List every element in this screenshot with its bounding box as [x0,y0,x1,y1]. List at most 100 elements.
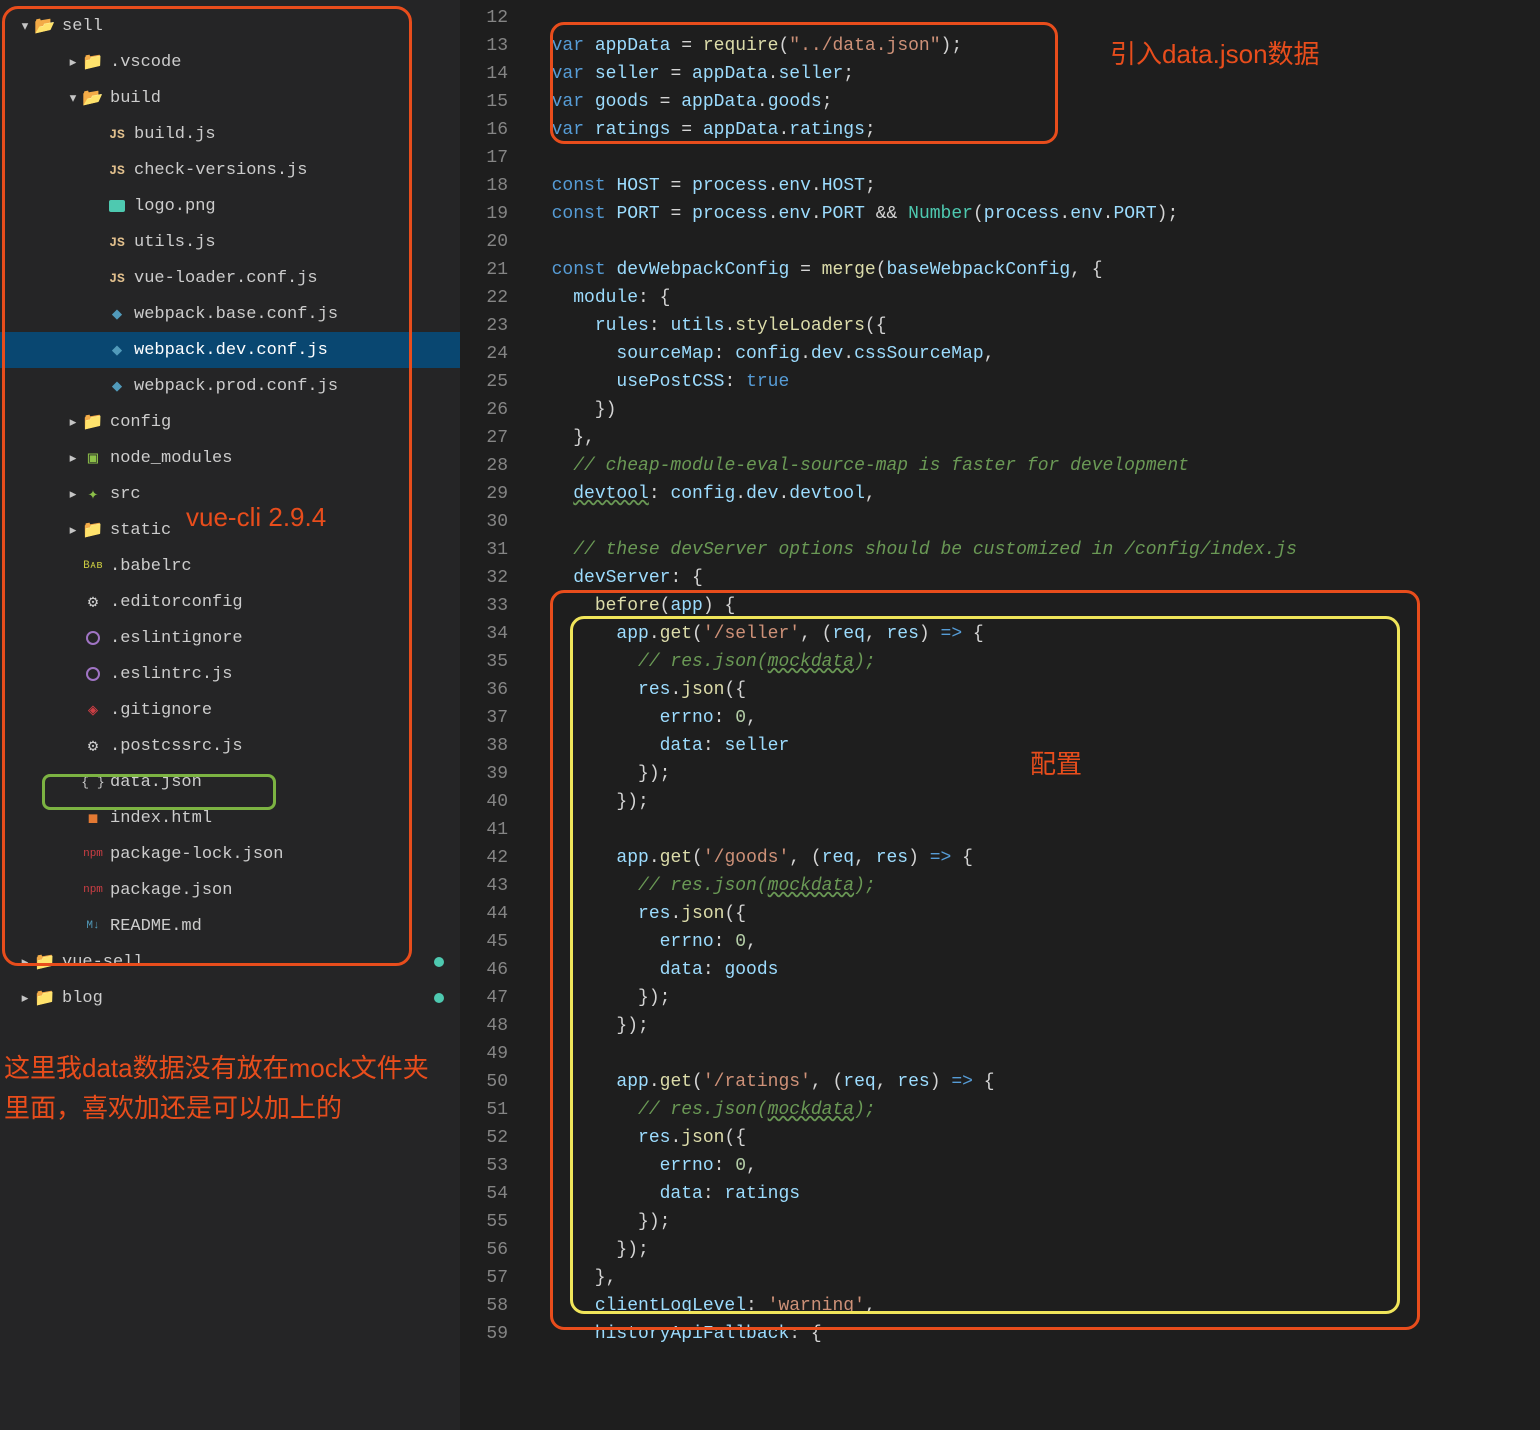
code-line[interactable]: // res.json(mockdata); [530,872,1297,900]
tree-item[interactable]: ▾📂build [0,80,460,116]
tree-item[interactable]: logo.png [0,188,460,224]
code-line[interactable]: }); [530,1236,1297,1264]
tree-item-label: webpack.base.conf.js [134,305,338,324]
code-line[interactable]: }); [530,788,1297,816]
tree-item[interactable]: ▸▣node_modules [0,440,460,476]
tree-item[interactable]: ⚙.editorconfig [0,584,460,620]
tree-item-label: build.js [134,125,216,144]
line-number: 47 [460,984,508,1012]
code-line[interactable]: errno: 0, [530,1152,1297,1180]
tree-folder-sibling[interactable]: ▸📁blog [0,980,460,1016]
code-line[interactable]: data: goods [530,956,1297,984]
code-line[interactable]: }); [530,1012,1297,1040]
tree-item-label: package-lock.json [110,845,283,864]
line-number: 17 [460,144,508,172]
tree-item[interactable]: JScheck-versions.js [0,152,460,188]
code-line[interactable]: const PORT = process.env.PORT && Number(… [530,200,1297,228]
line-number: 54 [460,1180,508,1208]
line-number: 23 [460,312,508,340]
code-line[interactable]: usePostCSS: true [530,368,1297,396]
modified-dot-icon [434,957,444,967]
tree-item[interactable]: { }data.json [0,764,460,800]
code-line[interactable] [530,144,1297,172]
code-line[interactable]: devtool: config.dev.devtool, [530,480,1297,508]
tree-item-label: .eslintignore [110,629,243,648]
code-line[interactable]: const devWebpackConfig = merge(baseWebpa… [530,256,1297,284]
tree-item-label: sell [62,17,103,36]
code-line[interactable]: res.json({ [530,1124,1297,1152]
tree-item[interactable]: ◆webpack.base.conf.js [0,296,460,332]
code-line[interactable]: before(app) { [530,592,1297,620]
code-line[interactable]: var goods = appData.goods; [530,88,1297,116]
tree-item[interactable]: JSvue-loader.conf.js [0,260,460,296]
code-line[interactable]: app.get('/goods', (req, res) => { [530,844,1297,872]
markdown-icon: M↓ [82,920,104,932]
tree-item[interactable]: ◼index.html [0,800,460,836]
tree-item[interactable]: ▸📁config [0,404,460,440]
code-line[interactable]: }); [530,760,1297,788]
code-line[interactable]: devServer: { [530,564,1297,592]
tree-item[interactable]: ◆webpack.prod.conf.js [0,368,460,404]
json-icon: { } [82,775,104,790]
code-line[interactable]: }); [530,1208,1297,1236]
tree-item[interactable]: ⚙.postcssrc.js [0,728,460,764]
code-line[interactable]: const HOST = process.env.HOST; [530,172,1297,200]
code-line[interactable]: }); [530,984,1297,1012]
tree-item-label: check-versions.js [134,161,307,180]
chevron-icon: ▸ [64,520,82,541]
line-number: 13 [460,32,508,60]
code-line[interactable]: historyApiFallback: { [530,1320,1297,1348]
tree-item[interactable]: ▸📁.vscode [0,44,460,80]
chevron-icon: ▸ [64,448,82,469]
line-number: 22 [460,284,508,312]
code-line[interactable]: sourceMap: config.dev.cssSourceMap, [530,340,1297,368]
code-line[interactable] [530,508,1297,536]
code-line[interactable]: clientLogLevel: 'warning', [530,1292,1297,1320]
tree-item[interactable]: .eslintignore [0,620,460,656]
line-number: 55 [460,1208,508,1236]
tree-item[interactable]: Bᴀʙ.babelrc [0,548,460,584]
code-line[interactable]: data: ratings [530,1180,1297,1208]
tree-folder-root[interactable]: ▾📂sell [0,8,460,44]
tree-item[interactable]: npmpackage-lock.json [0,836,460,872]
tree-item[interactable]: npmpackage.json [0,872,460,908]
tree-folder-sibling[interactable]: ▸📁vue-sell [0,944,460,980]
code-line[interactable]: // these devServer options should be cus… [530,536,1297,564]
code-line[interactable]: data: seller [530,732,1297,760]
tree-item[interactable]: JSbuild.js [0,116,460,152]
line-number: 51 [460,1096,508,1124]
code-content[interactable]: var appData = require("../data.json"); v… [530,0,1297,1430]
code-line[interactable]: }, [530,1264,1297,1292]
tree-item[interactable]: .eslintrc.js [0,656,460,692]
gear-icon: ⚙ [82,736,104,757]
code-editor[interactable]: 1213141516171819202122232425262728293031… [460,0,1540,1430]
tree-item[interactable]: ◆webpack.dev.conf.js [0,332,460,368]
line-number: 40 [460,788,508,816]
code-line[interactable]: res.json({ [530,900,1297,928]
code-line[interactable]: app.get('/seller', (req, res) => { [530,620,1297,648]
tree-item[interactable]: M↓README.md [0,908,460,944]
code-line[interactable]: // cheap-module-eval-source-map is faste… [530,452,1297,480]
code-line[interactable]: errno: 0, [530,928,1297,956]
code-line[interactable]: rules: utils.styleLoaders({ [530,312,1297,340]
code-line[interactable]: }) [530,396,1297,424]
chevron-icon: ▸ [64,484,82,505]
code-line[interactable] [530,228,1297,256]
chevron-icon: ▸ [64,412,82,433]
code-line[interactable]: module: { [530,284,1297,312]
tree-item[interactable]: ◈.gitignore [0,692,460,728]
code-line[interactable]: // res.json(mockdata); [530,1096,1297,1124]
line-number: 28 [460,452,508,480]
folder-icon: 📁 [82,412,104,433]
code-line[interactable] [530,4,1297,32]
code-line[interactable]: var ratings = appData.ratings; [530,116,1297,144]
code-line[interactable]: }, [530,424,1297,452]
code-line[interactable]: // res.json(mockdata); [530,648,1297,676]
code-line[interactable]: res.json({ [530,676,1297,704]
code-line[interactable]: errno: 0, [530,704,1297,732]
code-line[interactable] [530,1040,1297,1068]
code-line[interactable]: app.get('/ratings', (req, res) => { [530,1068,1297,1096]
tree-item[interactable]: JSutils.js [0,224,460,260]
code-line[interactable] [530,816,1297,844]
line-number: 35 [460,648,508,676]
